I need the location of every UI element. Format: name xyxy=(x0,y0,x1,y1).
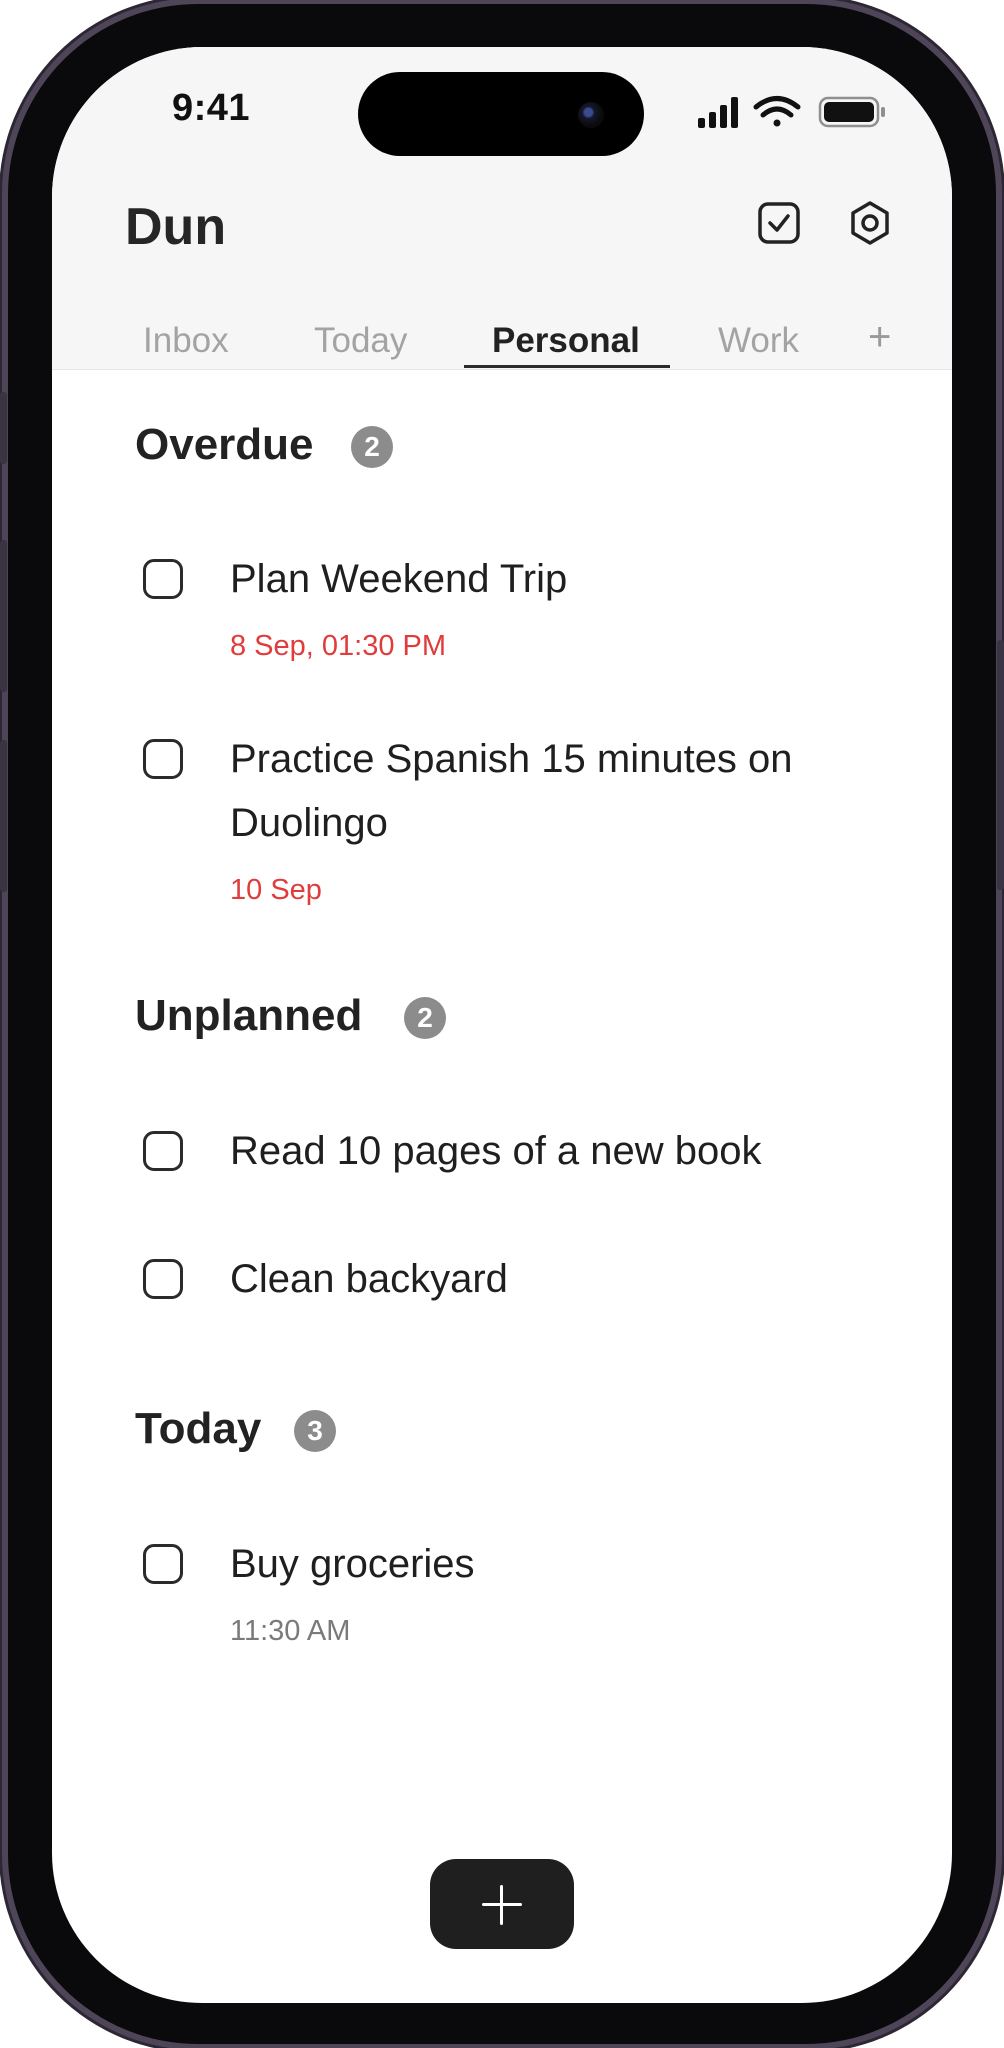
section-title-unplanned: Unplanned xyxy=(135,991,363,1040)
section-title-overdue: Overdue xyxy=(135,420,314,469)
task-title[interactable]: Read 10 pages of a new book xyxy=(230,1119,850,1183)
task-checkbox[interactable] xyxy=(143,1544,183,1584)
checkbox-checked-icon[interactable] xyxy=(755,199,803,247)
signal-icon xyxy=(698,97,738,128)
tab-today[interactable]: Today xyxy=(314,321,407,361)
camera-lens xyxy=(578,102,604,128)
app-title: Dun xyxy=(125,198,227,256)
task-title[interactable]: Practice Spanish 15 minutes on Duolingo xyxy=(230,727,830,855)
action-button xyxy=(0,392,7,464)
task-due-time: 11:30 AM xyxy=(230,1615,351,1647)
task-checkbox[interactable] xyxy=(143,1259,183,1299)
task-title[interactable]: Plan Weekend Trip xyxy=(230,547,850,611)
task-title[interactable]: Buy groceries xyxy=(230,1532,850,1596)
active-tab-indicator xyxy=(464,365,670,368)
dynamic-island xyxy=(358,72,644,156)
add-tab-button[interactable]: + xyxy=(868,315,891,360)
volume-up-button xyxy=(0,540,7,692)
phone-screen: 9:41 Dun Inbox Today Personal Work + Ove… xyxy=(52,47,952,2003)
add-task-button[interactable] xyxy=(430,1859,574,1949)
volume-down-button xyxy=(0,740,7,892)
task-due-date: 10 Sep xyxy=(230,874,322,906)
wifi-icon xyxy=(753,96,801,127)
status-time: 9:41 xyxy=(172,87,251,129)
task-checkbox[interactable] xyxy=(143,1131,183,1171)
tab-work[interactable]: Work xyxy=(718,321,799,361)
task-due-date: 8 Sep, 01:30 PM xyxy=(230,630,447,662)
section-title-today: Today xyxy=(135,1404,262,1453)
task-checkbox[interactable] xyxy=(143,559,183,599)
tab-bar: Inbox Today Personal Work + xyxy=(52,315,952,369)
unplanned-count-badge: 2 xyxy=(404,997,446,1039)
tab-inbox[interactable]: Inbox xyxy=(143,321,229,361)
gear-icon[interactable] xyxy=(846,199,894,247)
overdue-count-badge: 2 xyxy=(351,426,393,468)
tab-personal[interactable]: Personal xyxy=(492,321,640,361)
battery-icon xyxy=(818,96,885,128)
power-button xyxy=(997,640,1004,890)
task-checkbox[interactable] xyxy=(143,739,183,779)
status-icons xyxy=(698,96,885,128)
task-title[interactable]: Clean backyard xyxy=(230,1247,850,1311)
today-count-badge: 3 xyxy=(294,1410,336,1452)
